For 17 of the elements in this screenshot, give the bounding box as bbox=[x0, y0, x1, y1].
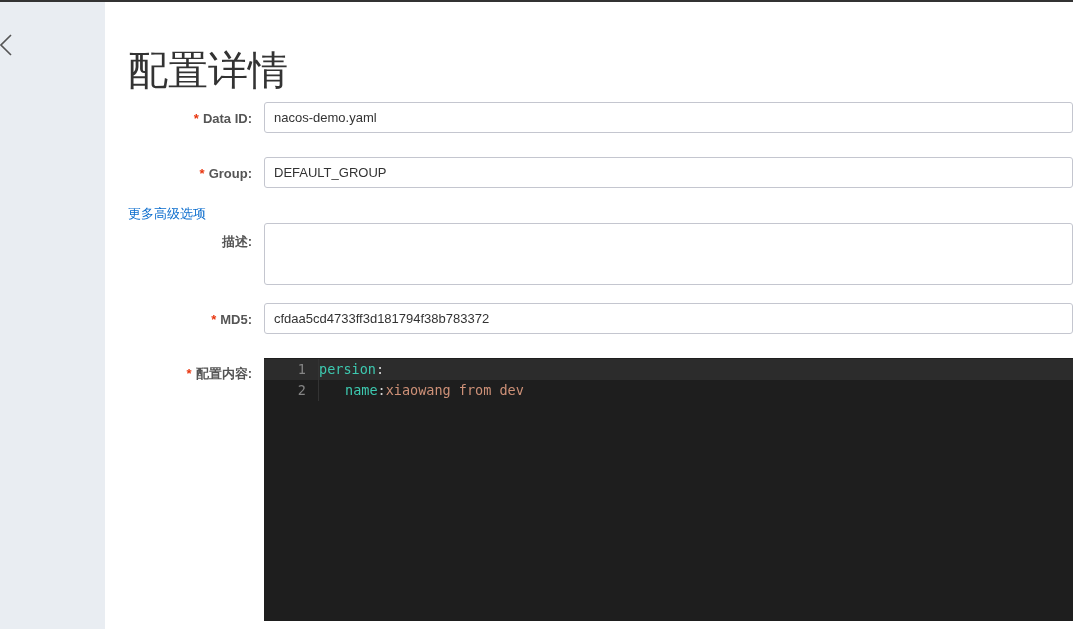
advanced-options-link[interactable]: 更多高级选项 bbox=[128, 206, 206, 221]
input-field[interactable]: DEFAULT_GROUP bbox=[264, 157, 1073, 188]
field-label: * Group: bbox=[199, 166, 252, 181]
code-line: name:xiaowang from dev bbox=[344, 381, 524, 400]
field-label: 描述: bbox=[221, 234, 252, 249]
textarea-field[interactable] bbox=[264, 223, 1073, 285]
field-label: * Data ID: bbox=[193, 111, 252, 126]
field-label: * MD5: bbox=[211, 312, 252, 327]
code-line: persion: bbox=[319, 360, 385, 379]
input-field[interactable]: nacos-demo.yaml bbox=[264, 102, 1073, 133]
line-number: 1 bbox=[264, 359, 319, 380]
back-chevron-icon[interactable] bbox=[0, 34, 12, 56]
field-label: * 配置内容: bbox=[186, 366, 252, 381]
line-number: 2 bbox=[264, 380, 319, 401]
code-editor[interactable]: 1 persion: 2 name:xiaowang from dev bbox=[264, 358, 1073, 621]
input-field[interactable]: cfdaa5cd4733ff3d181794f38b783372 bbox=[264, 303, 1073, 334]
page-title: 配置详情 bbox=[128, 46, 289, 94]
